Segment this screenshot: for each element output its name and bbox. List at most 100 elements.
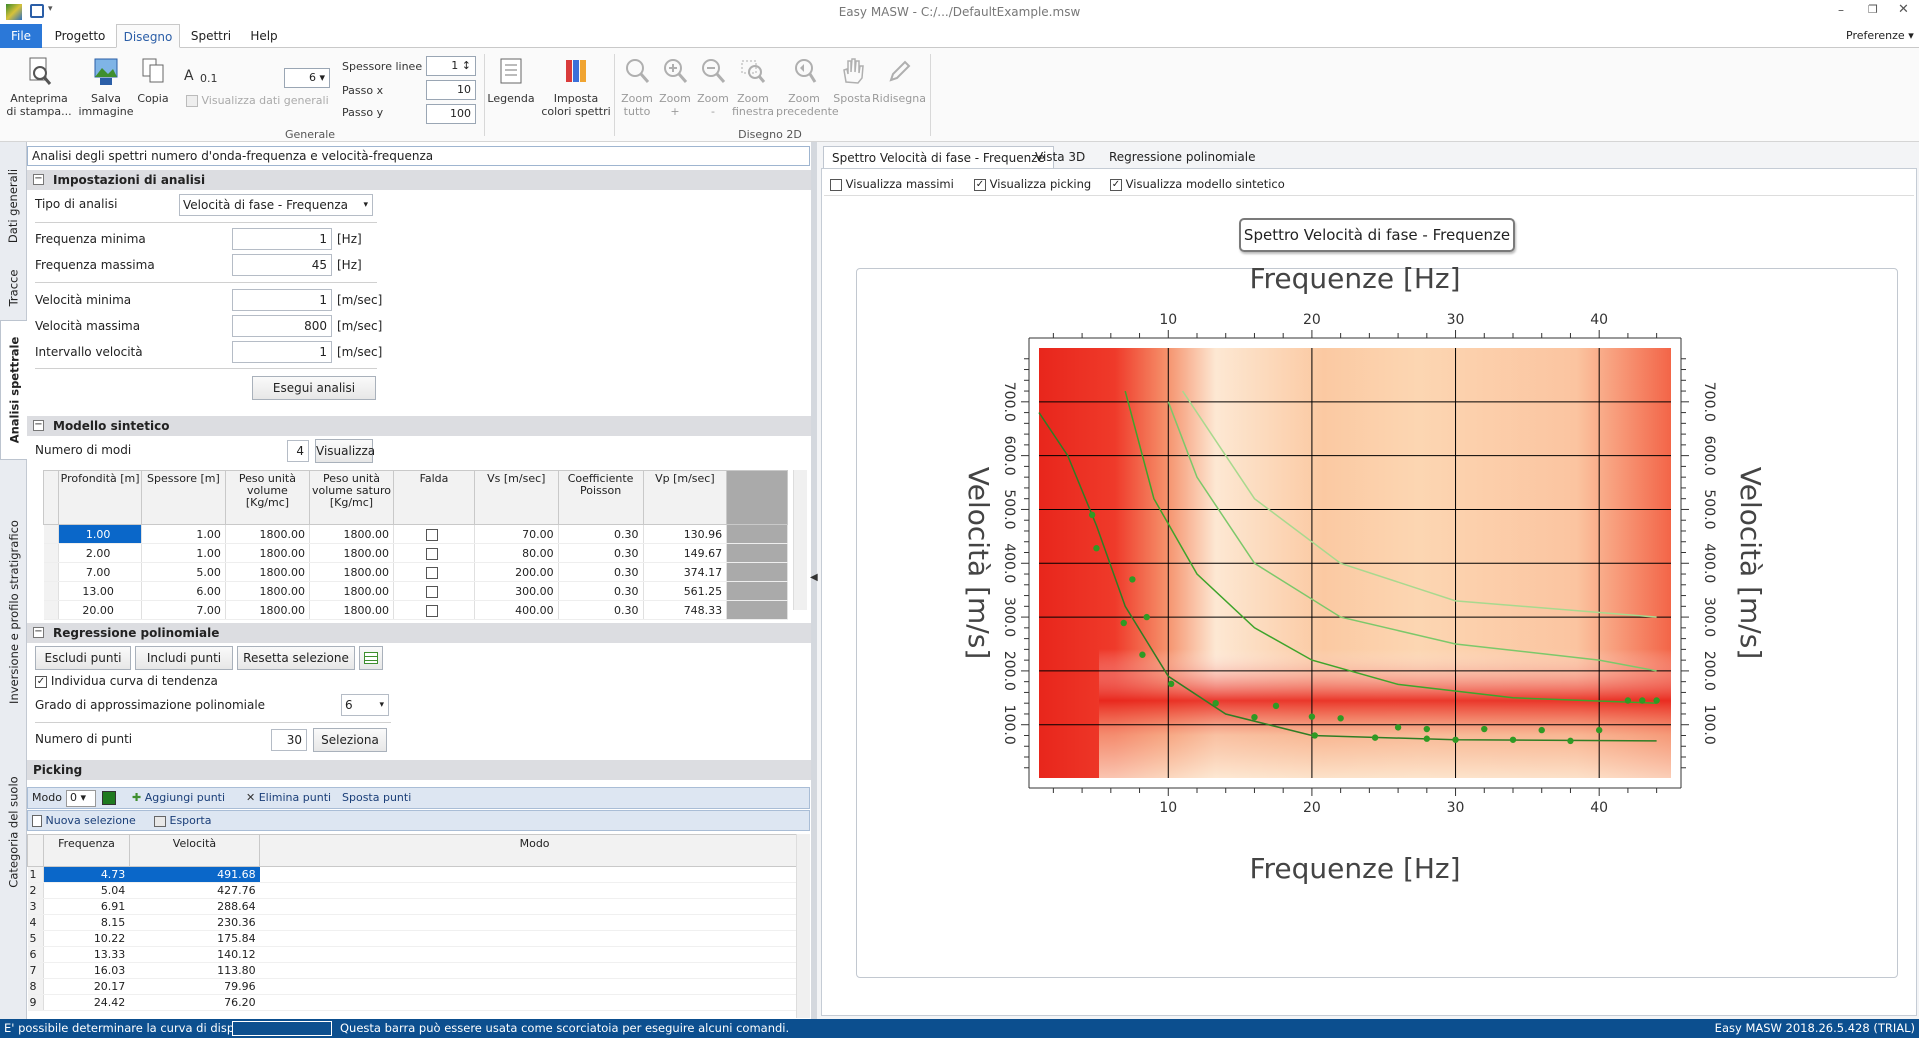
collapse-icon[interactable]: − [33,420,44,431]
esegui-analisi-button[interactable]: Esegui analisi [252,376,376,400]
picking-scrollbar[interactable] [796,834,810,1018]
zoom-out-button[interactable]: Zoom - [694,56,732,118]
npunti-input[interactable]: 30 [271,729,307,751]
table-cell[interactable]: 5.00 [141,562,226,582]
table-cell[interactable]: 0 [259,898,810,915]
table-cell[interactable]: 7.00 [58,562,142,582]
table-cell[interactable]: 1.00 [141,543,226,563]
table-cell[interactable]: 0.30 [558,600,644,620]
table-cell[interactable]: 130.96 [643,524,728,544]
save-image-button[interactable]: Salva immagine [76,56,136,118]
table-row[interactable]: 1.00 1.00 1800.00 1800.00 70.00 0.30 130.96 [43,524,788,544]
col-poisson[interactable]: Coefficiente Poisson [557,470,644,525]
table-row[interactable]: 510.22175.840 [27,930,810,947]
table-cell[interactable]: 0 [259,866,810,883]
fmin-input[interactable]: 1 [232,228,332,250]
restore-button[interactable]: ❐ [1868,3,1878,16]
table-cell[interactable]: 0.30 [558,543,644,563]
table-cell[interactable] [393,524,475,544]
table-row[interactable]: 7.00 5.00 1800.00 1800.00 200.00 0.30 374.17 [43,562,788,582]
menu-file[interactable]: File [0,24,42,48]
tab-help[interactable]: Help [240,24,288,48]
chk-modello[interactable]: ✓ Visualizza modello sintetico [1110,177,1285,191]
table-cell[interactable]: 491.68 [129,866,260,883]
table-cell[interactable]: 0 [259,994,810,1011]
section-impostazioni[interactable]: − Impostazioni di analisi [27,170,811,190]
row-number[interactable]: 4 [27,914,45,931]
table-cell[interactable]: 7.00 [141,600,226,620]
zoom-window-button[interactable]: Zoom finestra [732,56,774,118]
tab-disegno[interactable]: Disegno [116,24,180,48]
table-row[interactable]: 820.1779.960 [27,978,810,995]
col-frequenza[interactable]: Frequenza [43,834,130,867]
sidetab-categoria-suolo[interactable]: Categoria del suolo [0,752,27,912]
add-points-button[interactable]: ✚ Aggiungi punti [132,791,225,804]
col-spessore[interactable]: Spessore [m] [140,470,226,525]
col-modo[interactable]: Modo [259,834,810,867]
visualizza-dati-checkbox[interactable]: Visualizza dati generali [186,94,329,107]
table-cell[interactable]: 6.91 [43,898,130,915]
table-cell[interactable]: 0 [259,930,810,947]
table-cell[interactable]: 1.00 [141,524,226,544]
row-selector[interactable] [43,562,60,582]
table-cell[interactable]: 1800.00 [225,600,310,620]
table-cell[interactable]: 16.03 [43,962,130,979]
seleziona-button[interactable]: Seleziona [313,728,387,752]
table-cell[interactable]: 175.84 [129,930,260,947]
spessore-input[interactable]: 1 ↕ [426,56,476,76]
tab-vista-3d[interactable]: Vista 3D [1027,146,1093,168]
table-cell[interactable]: 400.00 [474,600,559,620]
table-cell[interactable]: 13.00 [58,581,142,601]
includi-punti-button[interactable]: Includi punti [135,646,233,670]
row-number[interactable]: 6 [27,946,45,963]
individua-checkbox[interactable]: ✓ Individua curva di tendenza [35,674,218,688]
tipo-analisi-select[interactable]: Velocità di fase - Frequenza ▾ [179,194,373,216]
table-row[interactable]: 2.00 1.00 1800.00 1800.00 80.00 0.30 149.67 [43,543,788,563]
row-number[interactable]: 1 [27,866,45,883]
table-cell[interactable]: 1800.00 [225,581,310,601]
table-cell[interactable]: 113.80 [129,962,260,979]
vint-input[interactable]: 1 [232,341,332,363]
table-cell[interactable]: 1800.00 [225,524,310,544]
table-cell[interactable]: 24.42 [43,994,130,1011]
table-row[interactable]: 613.33140.120 [27,946,810,963]
falda-checkbox[interactable] [425,566,438,579]
row-selector[interactable] [43,581,60,601]
fmax-input[interactable]: 45 [232,254,332,276]
sidetab-dati-generali[interactable]: Dati generali [0,156,27,256]
table-cell[interactable]: 300.00 [474,581,559,601]
table-cell[interactable]: 1.00 [58,524,142,544]
falda-checkbox[interactable] [425,604,438,617]
minimize-button[interactable]: – [1838,3,1852,17]
new-selection-button[interactable]: Nuova selezione [32,814,136,827]
delete-points-button[interactable]: ✕ Elimina punti [246,791,331,804]
row-number[interactable]: 2 [27,882,45,899]
chk-picking[interactable]: ✓ Visualizza picking [974,177,1091,191]
table-cell[interactable] [393,543,475,563]
table-cell[interactable]: 0 [259,978,810,995]
resetta-selezione-button[interactable]: Resetta selezione [237,646,355,670]
table-cell[interactable]: 20.00 [58,600,142,620]
collapse-splitter[interactable]: ◀ [810,572,818,583]
grado-select[interactable]: 6 ▾ [341,694,389,716]
table-cell[interactable]: 149.67 [643,543,728,563]
collapse-icon[interactable]: − [33,627,44,638]
col-falda[interactable]: Falda [392,470,475,525]
visualizza-button[interactable]: Visualizza [315,439,375,463]
sidetab-analisi-spettrale[interactable]: Analisi spettrale [0,320,27,460]
section-modello[interactable]: − Modello sintetico [27,416,811,436]
table-cell[interactable]: 0.30 [558,562,644,582]
chk-massimi[interactable]: Visualizza massimi [830,177,954,191]
table-cell[interactable]: 0.30 [558,581,644,601]
spectrum-chart[interactable]: 10 10 20 20 30 30 40 40 100.0 100.0 200.0 200.0 300.… [824,196,1914,1014]
table-row[interactable]: 716.03113.800 [27,962,810,979]
collapse-icon[interactable]: − [33,174,44,185]
passo-x-input[interactable]: 10 [426,80,476,100]
table-cell[interactable]: 13.33 [43,946,130,963]
table-cell[interactable]: 0 [259,946,810,963]
section-regressione[interactable]: − Regressione polinomiale [27,623,811,643]
table-cell[interactable]: 4.73 [43,866,130,883]
modo-select[interactable]: 0 ▾ [66,790,96,807]
table-cell[interactable]: 0 [259,962,810,979]
table-cell[interactable]: 748.33 [643,600,728,620]
